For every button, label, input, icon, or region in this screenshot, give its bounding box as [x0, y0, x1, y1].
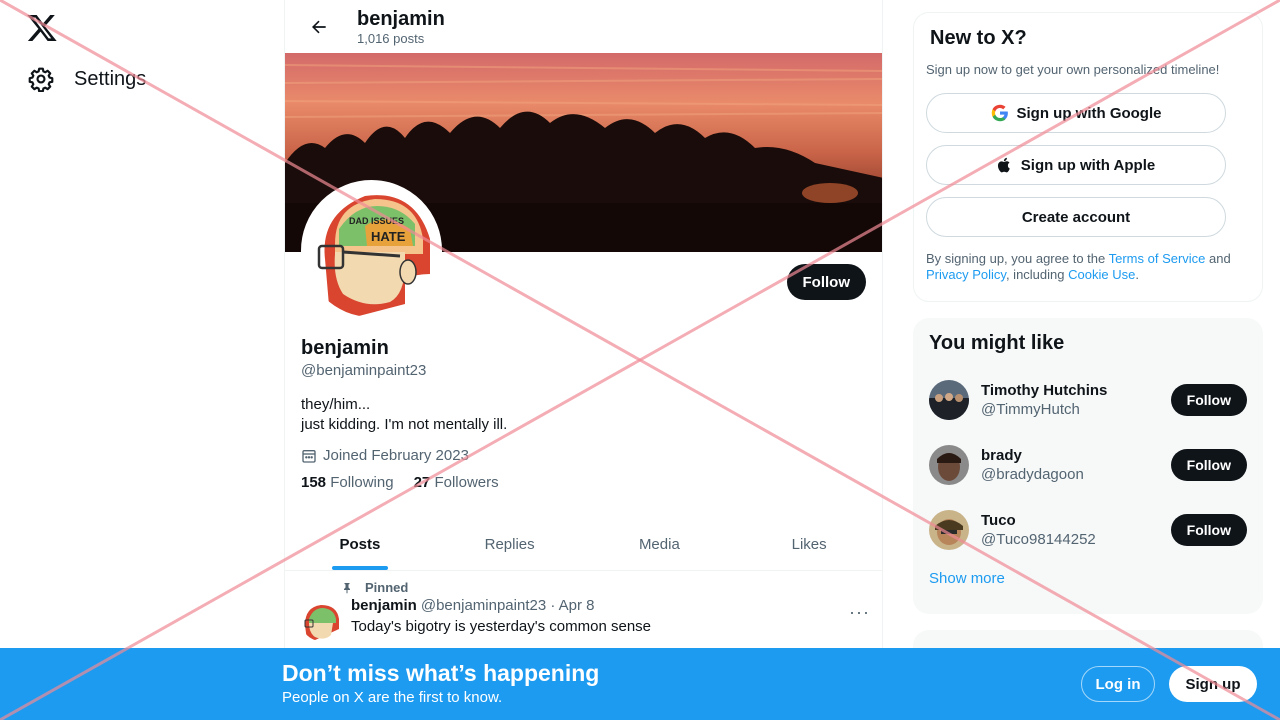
create-account-button[interactable]: Create account — [926, 197, 1226, 237]
header-name: benjamin — [357, 7, 445, 30]
following-link[interactable]: 158 Following — [301, 474, 394, 491]
suggestion-name: Tuco — [981, 511, 1016, 529]
x-logo-icon[interactable] — [26, 12, 58, 44]
tab-media[interactable]: Media — [585, 518, 735, 570]
signup-apple-button[interactable]: Sign up with Apple — [926, 145, 1226, 185]
signup-apple-label: Sign up with Apple — [1020, 156, 1156, 174]
avatar-dad-issues-text: DAD ISSUES — [349, 216, 404, 226]
google-icon — [991, 104, 1008, 122]
new-to-x-card: New to X? Sign up now to get your own pe… — [913, 12, 1263, 302]
cookie-use-link[interactable]: Cookie Use — [1068, 267, 1135, 282]
profile-info: benjamin @benjaminpaint23 they/him... ju… — [301, 336, 861, 491]
post-handle-date[interactable]: @benjaminpaint23 · Apr 8 — [421, 597, 595, 614]
profile-follow-button[interactable]: Follow — [786, 264, 866, 300]
tab-likes[interactable]: Likes — [734, 518, 882, 570]
post-header: benjamin @benjaminpaint23 · Apr 8 — [351, 597, 651, 614]
avatar — [929, 379, 969, 420]
pin-icon — [344, 582, 350, 593]
tab-replies[interactable]: Replies — [435, 518, 585, 570]
left-nav: Settings — [0, 0, 284, 720]
post-text: Today's bigotry is yesterday's common se… — [351, 618, 652, 635]
signup-google-label: Sign up with Google — [1016, 104, 1162, 122]
bio-line-1: they/him... — [301, 396, 371, 413]
profile-tabs: Posts Replies Media Likes — [285, 518, 882, 571]
post-avatar[interactable] — [301, 601, 341, 641]
profile-header-bar: benjamin 1,016 posts — [285, 0, 882, 53]
suggestion-handle: @bradydagoon — [981, 465, 1084, 483]
terms-of-service-link[interactable]: Terms of Service — [1109, 251, 1206, 266]
terms-including: , including — [1005, 267, 1069, 282]
back-button[interactable] — [301, 9, 337, 45]
post-author-name[interactable]: benjamin — [351, 597, 417, 614]
pinned-label: Pinned — [365, 580, 409, 595]
post-more-icon[interactable]: ··· — [849, 602, 870, 623]
suggestion-name: Timothy Hutchins — [981, 381, 1108, 399]
you-might-like-title: You might like — [929, 332, 1065, 354]
suggestion-item[interactable]: brady @bradydagoon Follow — [929, 432, 1247, 497]
followers-label: Followers — [434, 474, 499, 491]
profile-avatar[interactable]: DAD ISSUES HATE — [301, 180, 442, 321]
terms-and: and — [1205, 251, 1231, 266]
show-more-link[interactable]: Show more — [929, 570, 1005, 587]
banner-title: Don’t miss what’s happening — [282, 660, 600, 686]
signup-button[interactable]: Sign up — [1169, 666, 1257, 702]
header-post-count: 1,016 posts — [357, 30, 425, 46]
pinned-indicator: Pinned — [341, 580, 868, 595]
privacy-policy-link[interactable]: Privacy Policy — [926, 267, 1006, 282]
settings-nav-item[interactable]: Settings — [28, 66, 146, 92]
pinned-post[interactable]: Pinned benjamin @benjaminpaint23 · Apr 8… — [285, 572, 882, 649]
suggestion-item[interactable]: Timothy Hutchins @TimmyHutch Follow — [929, 367, 1247, 432]
suggestion-item[interactable]: Tuco @Tuco98144252 Follow — [929, 497, 1247, 562]
calendar-icon — [302, 449, 316, 463]
suggestion-handle: @Tuco98144252 — [981, 530, 1096, 548]
gear-icon — [28, 67, 54, 92]
tab-posts[interactable]: Posts — [285, 518, 435, 570]
followers-count: 27 — [413, 474, 431, 491]
banner-subtitle: People on X are the first to know. — [282, 689, 503, 706]
avatar — [929, 509, 969, 550]
following-label: Following — [330, 474, 394, 491]
signup-terms: By signing up, you agree to the Terms of… — [926, 251, 1250, 283]
new-to-x-title: New to X? — [930, 27, 1027, 49]
apple-icon — [997, 157, 1010, 173]
joined-text: Joined February 2023 — [323, 447, 469, 464]
follow-button[interactable]: Follow — [1170, 383, 1247, 416]
terms-prefix: By signing up, you agree to the — [926, 251, 1109, 266]
following-count: 158 — [301, 474, 327, 491]
profile-bio: they/him... just kidding. I'm not mental… — [301, 395, 861, 435]
follow-button[interactable]: Follow — [1170, 448, 1247, 481]
new-to-x-subtitle: Sign up now to get your own personalized… — [926, 62, 1220, 77]
avatar — [929, 444, 969, 485]
signup-prompt-banner: Don’t miss what’s happening People on X … — [0, 648, 1280, 720]
signup-google-button[interactable]: Sign up with Google — [926, 93, 1226, 133]
profile-stats: 158 Following 27 Followers — [301, 474, 861, 491]
suggestion-name: brady — [981, 446, 1022, 464]
terms-end: . — [1135, 267, 1139, 282]
profile-joined: Joined February 2023 — [301, 447, 861, 464]
suggestion-handle: @TimmyHutch — [981, 400, 1080, 418]
followers-link[interactable]: 27 Followers — [414, 474, 499, 491]
you-might-like-card: You might like Timothy Hutchins @TimmyHu… — [913, 318, 1263, 614]
profile-display-name: benjamin — [301, 337, 389, 359]
follow-button[interactable]: Follow — [1170, 513, 1247, 546]
bio-line-2: just kidding. I'm not mentally ill. — [301, 416, 508, 433]
profile-column: benjamin 1,016 posts DAD ISSUES HATE Fol… — [284, 0, 883, 720]
settings-label: Settings — [74, 67, 147, 90]
avatar-hate-text: HATE — [371, 229, 406, 244]
login-button[interactable]: Log in — [1081, 666, 1155, 702]
profile-handle: @benjaminpaint23 — [301, 362, 427, 379]
back-arrow-icon — [312, 20, 326, 33]
